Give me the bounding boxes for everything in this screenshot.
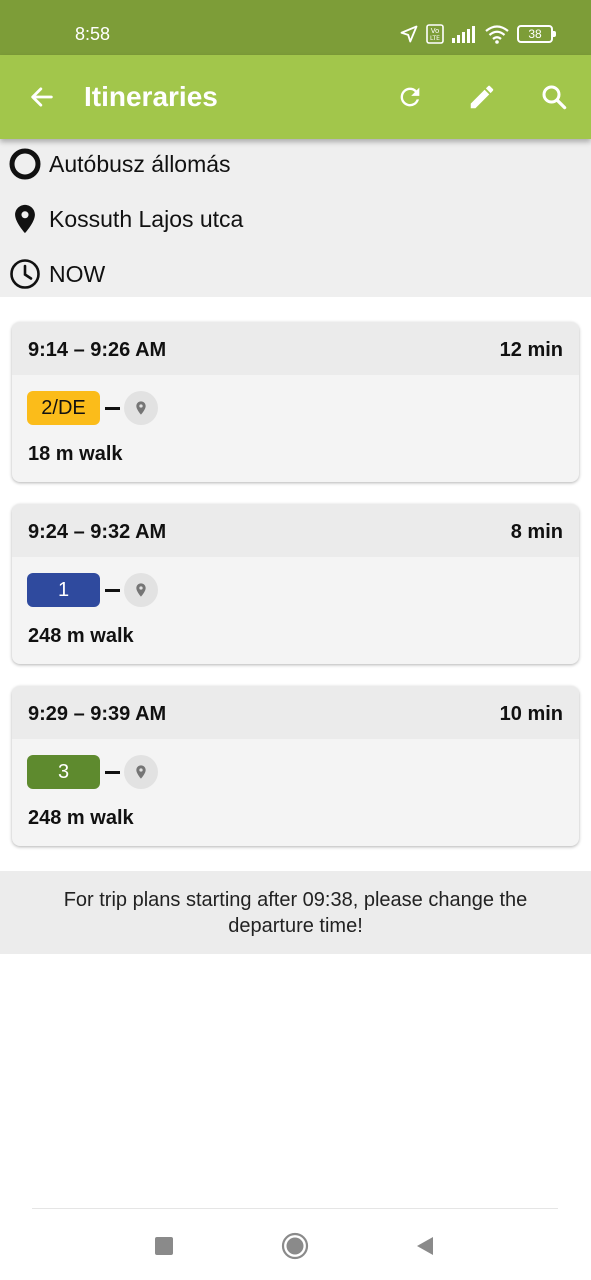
status-icons: Vo LTE 38 bbox=[399, 22, 556, 46]
app-bar: Itineraries bbox=[0, 55, 591, 139]
itinerary-time: 9:29 – 9:39 AM bbox=[28, 703, 167, 725]
navigation-icon bbox=[400, 25, 418, 43]
page-title: Itineraries bbox=[84, 81, 218, 112]
destination-name: Kossuth Lajos utca bbox=[49, 205, 244, 232]
back-button[interactable] bbox=[22, 77, 62, 117]
origin-row[interactable]: Autóbusz állomás bbox=[8, 144, 231, 184]
svg-text:LTE: LTE bbox=[430, 35, 440, 42]
leg-separator bbox=[105, 588, 120, 592]
line-badge: 3 bbox=[27, 755, 100, 789]
status-bar: 8:58 Vo LTE 38 bbox=[0, 0, 591, 55]
route-summary[interactable]: Autóbusz állomás Kossuth Lajos utca NOW bbox=[0, 139, 591, 297]
volte-icon: VoLTE bbox=[426, 24, 444, 44]
itinerary-header: 9:29 – 9:39 AM 10 min bbox=[12, 686, 579, 739]
walk-distance: 248 m walk bbox=[28, 625, 134, 647]
system-nav-bar bbox=[0, 1209, 591, 1280]
svg-text:Vo: Vo bbox=[431, 27, 440, 35]
walk-pin-icon bbox=[124, 755, 158, 789]
walk-distance: 248 m walk bbox=[28, 807, 134, 829]
back-arrow-icon bbox=[31, 87, 53, 107]
origin-name: Autóbusz állomás bbox=[49, 150, 231, 177]
status-time: 8:58 bbox=[75, 24, 111, 44]
search-button[interactable] bbox=[534, 77, 574, 117]
clock-icon bbox=[8, 254, 42, 294]
walk-distance: 18 m walk bbox=[28, 443, 123, 465]
itinerary-card[interactable]: 9:29 – 9:39 AM 10 min 3 248 m walk bbox=[12, 686, 579, 846]
leg-separator bbox=[105, 770, 120, 774]
itinerary-legs: 1 bbox=[27, 573, 158, 607]
time-limit-notice: For trip plans starting after 09:38, ple… bbox=[0, 871, 591, 954]
itinerary-legs: 3 bbox=[27, 755, 158, 789]
line-badge: 2/DE bbox=[27, 391, 100, 425]
itinerary-time: 9:14 – 9:26 AM bbox=[28, 339, 167, 361]
leg-separator bbox=[105, 406, 120, 410]
origin-circle-icon bbox=[8, 144, 42, 184]
battery-icon: 38 bbox=[517, 25, 556, 43]
itinerary-duration: 12 min bbox=[499, 339, 563, 361]
system-back-button[interactable] bbox=[408, 1229, 442, 1263]
itinerary-duration: 8 min bbox=[510, 521, 563, 543]
recents-icon bbox=[155, 1237, 173, 1255]
line-badge: 1 bbox=[27, 573, 100, 607]
departure-time: NOW bbox=[49, 260, 106, 287]
itinerary-header: 9:24 – 9:32 AM 8 min bbox=[12, 504, 579, 557]
walk-pin-icon bbox=[124, 391, 158, 425]
walk-pin-icon bbox=[124, 573, 158, 607]
refresh-button[interactable] bbox=[390, 77, 430, 117]
edit-button[interactable] bbox=[462, 77, 502, 117]
battery-level: 38 bbox=[528, 27, 542, 41]
edit-icon bbox=[470, 85, 494, 109]
itinerary-duration: 10 min bbox=[499, 703, 563, 725]
itinerary-card[interactable]: 9:24 – 9:32 AM 8 min 1 248 m walk bbox=[12, 504, 579, 664]
itinerary-legs: 2/DE bbox=[27, 391, 158, 425]
time-row[interactable]: NOW bbox=[8, 254, 105, 294]
notice-text: For trip plans starting after 09:38, ple… bbox=[63, 888, 528, 937]
signal-icon bbox=[452, 26, 475, 43]
itinerary-card[interactable]: 9:14 – 9:26 AM 12 min 2/DE 18 m walk bbox=[12, 322, 579, 482]
destination-row[interactable]: Kossuth Lajos utca bbox=[8, 199, 243, 239]
search-icon bbox=[542, 85, 567, 110]
itinerary-time: 9:24 – 9:32 AM bbox=[28, 521, 167, 543]
home-button[interactable] bbox=[278, 1229, 312, 1263]
home-icon bbox=[281, 1232, 309, 1260]
wifi-icon bbox=[485, 25, 509, 44]
recents-button[interactable] bbox=[147, 1229, 181, 1263]
destination-pin-icon bbox=[8, 199, 42, 239]
itinerary-header: 9:14 – 9:26 AM 12 min bbox=[12, 322, 579, 375]
back-icon bbox=[417, 1237, 433, 1255]
refresh-icon bbox=[400, 87, 420, 107]
